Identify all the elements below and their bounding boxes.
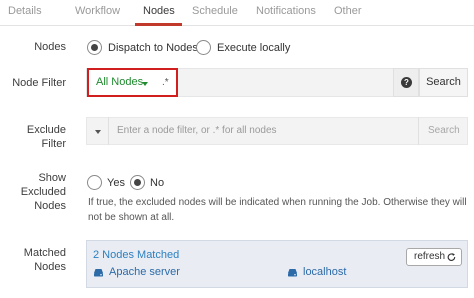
exclude-divider bbox=[108, 117, 109, 145]
exclude-filter-input[interactable]: Enter a node filter, or .* for all nodes bbox=[117, 125, 277, 136]
show-excluded-label-line1: Show bbox=[38, 172, 66, 184]
show-excluded-label-line2: Excluded bbox=[20, 186, 66, 198]
regex-button[interactable]: .* bbox=[162, 77, 169, 88]
nodes-label: Nodes bbox=[34, 41, 66, 53]
help-button[interactable]: ? bbox=[393, 68, 419, 97]
node-link-localhost[interactable]: localhost bbox=[303, 266, 346, 278]
show-excluded-no-label[interactable]: No bbox=[150, 177, 164, 189]
refresh-label: refresh bbox=[414, 251, 446, 262]
refresh-button[interactable]: refresh bbox=[406, 248, 462, 266]
node-link-apache-server[interactable]: Apache server bbox=[109, 266, 180, 278]
server-icon bbox=[94, 269, 103, 277]
exclude-filter-label-line1: Exclude bbox=[26, 124, 66, 136]
tab-nodes[interactable]: Nodes bbox=[143, 5, 175, 17]
execute-locally-radio[interactable] bbox=[196, 40, 211, 55]
tab-bar: Details Workflow Nodes Schedule Notifica… bbox=[0, 0, 474, 26]
tab-details[interactable]: Details bbox=[8, 5, 42, 17]
show-excluded-no-radio[interactable] bbox=[130, 175, 145, 190]
tab-schedule[interactable]: Schedule bbox=[192, 5, 238, 17]
execute-locally-label[interactable]: Execute locally bbox=[217, 42, 290, 54]
dispatch-to-nodes-label[interactable]: Dispatch to Nodes bbox=[108, 42, 198, 54]
exclude-filter-label-line2: Filter bbox=[41, 138, 66, 150]
refresh-icon bbox=[447, 253, 456, 261]
show-excluded-label-line3: Nodes bbox=[34, 200, 66, 212]
node-filter-search-button[interactable]: Search bbox=[419, 68, 468, 97]
question-circle-icon: ? bbox=[401, 77, 412, 88]
exclude-search-divider bbox=[418, 117, 419, 145]
chevron-down-icon bbox=[142, 82, 148, 86]
show-excluded-yes-radio[interactable] bbox=[87, 175, 102, 190]
active-tab-indicator bbox=[135, 23, 182, 26]
exclude-filter-search-button[interactable]: Search bbox=[428, 125, 460, 136]
node-filter-label: Node Filter bbox=[12, 77, 66, 89]
show-excluded-help-text: If true, the excluded nodes will be indi… bbox=[88, 195, 472, 225]
show-excluded-yes-label[interactable]: Yes bbox=[107, 177, 125, 189]
matched-nodes-title[interactable]: 2 Nodes Matched bbox=[93, 249, 179, 261]
server-icon bbox=[288, 269, 297, 277]
matched-nodes-label-line2: Nodes bbox=[34, 261, 66, 273]
all-nodes-dropdown[interactable]: All Nodes bbox=[96, 76, 143, 88]
tab-other[interactable]: Other bbox=[334, 5, 362, 17]
tab-workflow[interactable]: Workflow bbox=[75, 5, 120, 17]
dispatch-to-nodes-radio[interactable] bbox=[87, 40, 102, 55]
tab-notifications[interactable]: Notifications bbox=[256, 5, 316, 17]
help-text-line2: not be shown at all. bbox=[88, 212, 175, 223]
exclude-chevron-down-icon[interactable] bbox=[95, 130, 101, 134]
matched-nodes-label-line1: Matched bbox=[23, 247, 66, 259]
help-text-line1: If true, the excluded nodes will be indi… bbox=[88, 197, 467, 208]
